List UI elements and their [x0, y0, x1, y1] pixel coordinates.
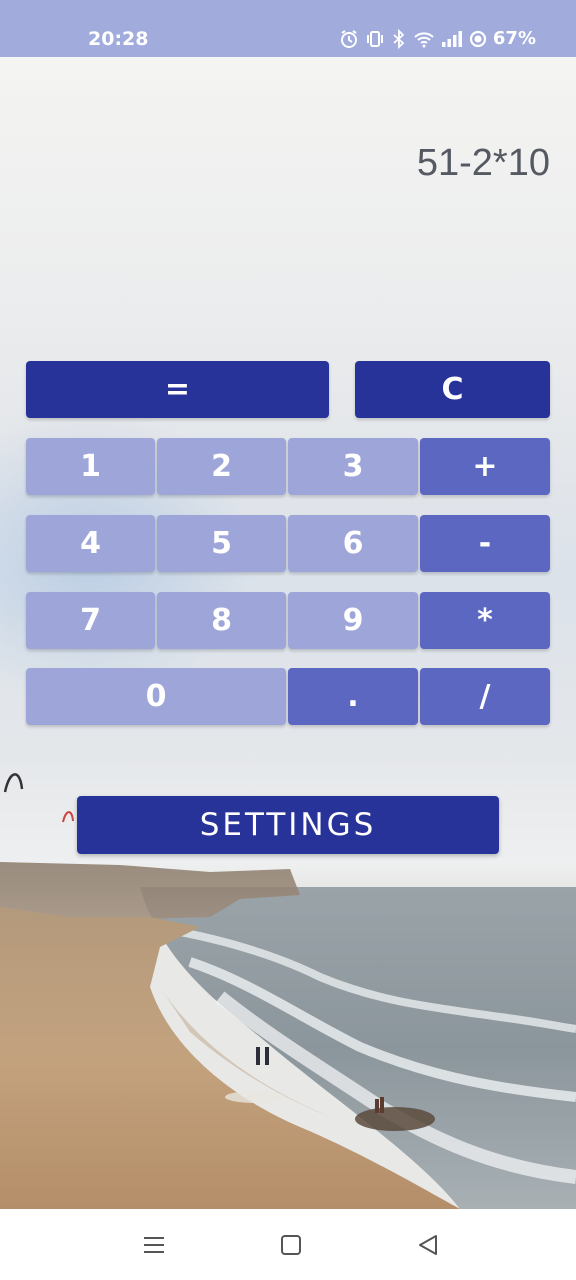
- digit-3-button[interactable]: 3: [288, 438, 418, 495]
- digit-6-button[interactable]: 6: [288, 515, 418, 572]
- divide-button[interactable]: /: [420, 668, 550, 725]
- digit-4-button[interactable]: 4: [26, 515, 155, 572]
- alarm-icon: [339, 29, 359, 49]
- digit-0-button[interactable]: 0: [26, 668, 286, 725]
- home-icon[interactable]: [277, 1231, 305, 1259]
- equals-button[interactable]: =: [26, 361, 329, 418]
- vibrate-icon: [365, 29, 385, 49]
- minus-button[interactable]: -: [420, 515, 550, 572]
- clear-button[interactable]: C: [355, 361, 550, 418]
- wifi-icon: [413, 30, 435, 48]
- battery-icon: [469, 30, 487, 48]
- multiply-button[interactable]: *: [420, 592, 550, 649]
- signal-icon: [441, 30, 463, 48]
- navigation-bar: [0, 1209, 576, 1280]
- back-icon[interactable]: [414, 1231, 442, 1259]
- expression-display: 51-2*10: [416, 142, 550, 184]
- bluetooth-icon: [391, 28, 407, 49]
- digit-5-button[interactable]: 5: [157, 515, 286, 572]
- settings-button[interactable]: SETTINGS: [77, 796, 499, 854]
- battery-percentage: 67%: [492, 28, 536, 49]
- plus-button[interactable]: +: [420, 438, 550, 495]
- status-bar: 20:28 67%: [0, 0, 576, 57]
- decimal-point-button[interactable]: .: [288, 668, 418, 725]
- digit-8-button[interactable]: 8: [157, 592, 286, 649]
- digit-9-button[interactable]: 9: [288, 592, 418, 649]
- status-icons: 67%: [339, 28, 536, 49]
- status-time: 20:28: [88, 28, 149, 50]
- menu-icon[interactable]: [140, 1231, 168, 1259]
- digit-1-button[interactable]: 1: [26, 438, 155, 495]
- digit-2-button[interactable]: 2: [157, 438, 286, 495]
- digit-7-button[interactable]: 7: [26, 592, 155, 649]
